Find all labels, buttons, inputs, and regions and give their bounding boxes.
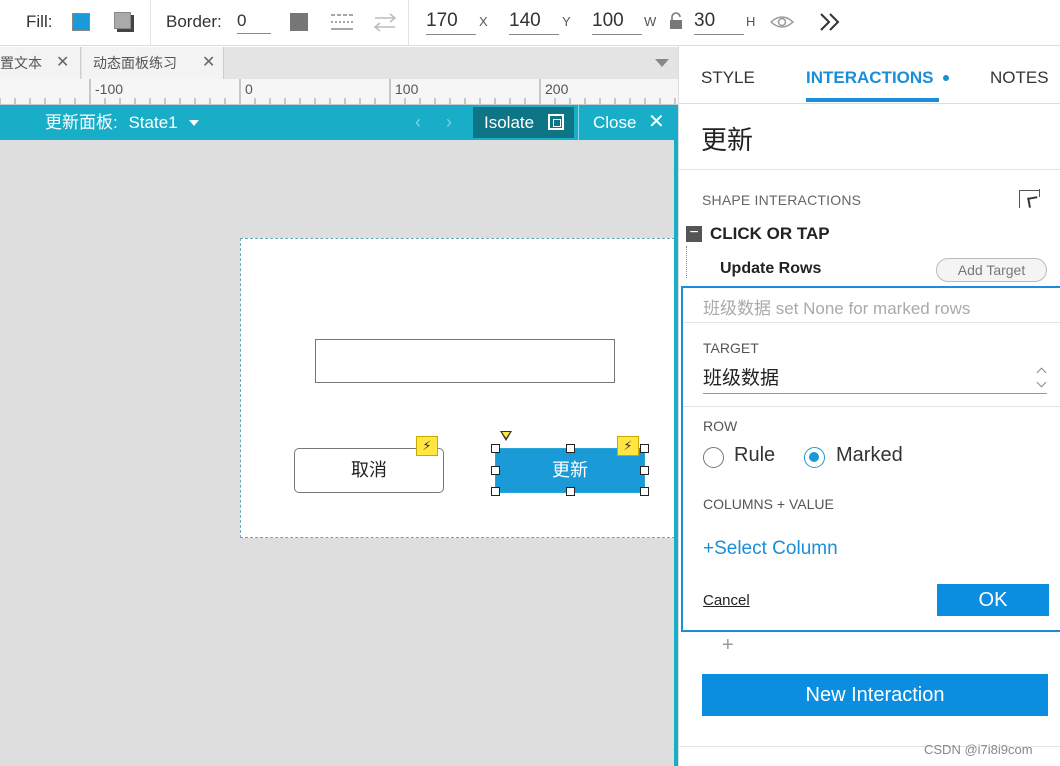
rotation-pin-icon[interactable] [500,431,512,441]
resize-handle[interactable] [491,444,500,453]
doc-tab-label: 动态面板练习 [93,55,177,71]
event-click-or-tap[interactable]: CLICK OR TAP [710,224,830,244]
visibility-eye-icon[interactable] [769,12,795,32]
top-toolbar: Fill: Border: 0 170 X 140 Y 100 W 30 H [0,0,1060,46]
border-width-input[interactable]: 0 [237,8,271,34]
resize-handle[interactable] [491,487,500,496]
interactions-indicator-dot [943,75,949,81]
close-icon[interactable]: ✕ [648,105,665,140]
tab-interactions[interactable]: INTERACTIONS [806,68,934,88]
arrow-style-icon[interactable] [373,12,397,32]
toolbar-divider [150,0,151,46]
x-unit-label: X [479,14,488,29]
action-editor: 班级数据 set None for marked rows TARGET 班级数… [681,286,1060,632]
border-label: Border: [166,12,222,31]
ruler-label: 200 [545,81,569,97]
add-action-plus-icon[interactable]: + [722,634,734,657]
y-unit-label: Y [562,14,571,29]
doc-tab-label: 置文本 [0,55,42,71]
target-select[interactable]: 班级数据 [703,366,1047,394]
h-unit-label: H [746,14,756,29]
prev-state-arrow-icon[interactable]: ‹ [415,105,421,140]
ok-button[interactable]: OK [937,584,1049,616]
y-position-input[interactable]: 140 [509,8,559,35]
interaction-bolt-icon[interactable]: ⚡ [617,436,639,456]
inspector-panel: STYLE INTERACTIONS NOTES 更新 SHAPE INTERA… [678,46,1060,766]
resize-handle[interactable] [640,487,649,496]
tree-connector [686,246,687,278]
horizontal-ruler: -100 0 100 200 [0,79,678,105]
divider [683,322,1060,323]
doc-tab-text-settings[interactable]: 置文本 ✕ [0,47,81,79]
shape-interactions-label: SHAPE INTERACTIONS [702,192,862,208]
more-chevron-icon[interactable] [818,12,842,32]
design-canvas[interactable]: 取消 ⚡ 更新 ⚡ [0,140,676,766]
fill-color-swatch[interactable] [72,13,90,31]
close-tab-icon[interactable]: ✕ [202,47,215,79]
row-rule-label[interactable]: Rule [734,444,775,467]
divider [683,406,1060,407]
state-bar-divider [578,105,579,140]
columns-value-label: COLUMNS + VALUE [703,496,834,512]
isolate-icon [548,114,564,130]
inspector-tabs: STYLE INTERACTIONS NOTES [679,46,1060,104]
shape-name[interactable]: 更新 [701,120,753,157]
interaction-bolt-icon[interactable]: ⚡ [416,436,438,456]
close-state-edit-button[interactable]: Close [593,105,636,140]
toolbar-divider [408,0,409,46]
resize-handle[interactable] [491,466,500,475]
dynamic-panel-area[interactable] [240,238,676,538]
dynamic-panel-state-bar: 更新面板: State1 ‹ › Isolate Close ✕ [0,105,676,140]
close-tab-icon[interactable]: ✕ [56,47,69,79]
next-state-arrow-icon[interactable]: › [446,105,452,140]
width-input[interactable]: 100 [592,8,642,35]
doc-tab-dynamic-panel[interactable]: 动态面板练习 ✕ [82,47,224,79]
select-column-link[interactable]: +Select Column [703,538,838,560]
cancel-link[interactable]: Cancel [703,592,750,609]
active-tab-underline [806,98,939,102]
select-chevron-updown-icon[interactable] [1037,366,1049,390]
panel-state-selector[interactable]: 更新面板: State1 [45,105,178,140]
row-marked-radio[interactable] [804,447,825,468]
row-marked-label[interactable]: Marked [836,444,903,467]
fill-label: Fill: [26,12,53,31]
w-unit-label: W [644,14,657,29]
lock-aspect-icon[interactable] [668,11,684,31]
x-position-input[interactable]: 170 [426,8,476,35]
resize-handle[interactable] [566,444,575,453]
isolate-label: Isolate [484,113,535,132]
action-update-rows[interactable]: Update Rows [720,260,821,278]
border-style-icon[interactable] [330,12,354,32]
tab-style[interactable]: STYLE [701,68,755,88]
shadow-icon-front [114,12,131,29]
tab-overflow-chevron-down-icon[interactable] [655,59,669,67]
height-input[interactable]: 30 [694,8,744,35]
divider [679,169,1060,170]
ruler-label: 0 [245,81,253,97]
collapse-minus-icon[interactable]: − [686,225,702,242]
document-tab-bar: 置文本 ✕ 动态面板练习 ✕ [0,47,678,79]
add-target-button[interactable]: Add Target [936,258,1047,282]
ruler-label: 100 [395,81,419,97]
resize-handle[interactable] [640,466,649,475]
resize-handle[interactable] [566,487,575,496]
target-label: TARGET [703,340,759,356]
watermark: CSDN @i7i8i9com [924,742,1033,757]
row-label: ROW [703,418,738,434]
tab-notes[interactable]: NOTES [990,68,1049,88]
select-target-cursor-icon[interactable] [1019,189,1040,208]
state-dropdown-chevron-down-icon[interactable] [189,120,199,126]
row-rule-radio[interactable] [703,447,724,468]
resize-handle[interactable] [640,444,649,453]
border-color-swatch[interactable] [290,13,308,31]
state-name: State1 [128,113,178,132]
new-interaction-button[interactable]: New Interaction [702,674,1048,716]
panel-name: 更新面板: [45,113,118,132]
isolate-button[interactable]: Isolate [473,107,574,138]
canvas-text-field[interactable] [315,339,615,383]
ruler-label: -100 [95,81,124,97]
action-summary: 班级数据 set None for marked rows [703,299,971,318]
shadow-icon[interactable] [114,12,134,32]
